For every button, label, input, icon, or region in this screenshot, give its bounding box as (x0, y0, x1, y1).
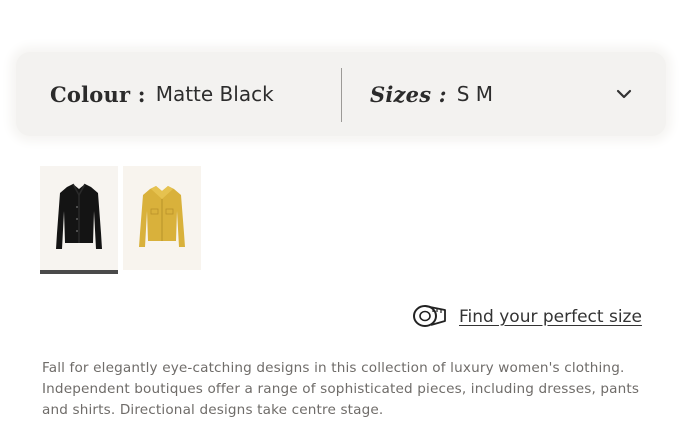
selected-swatch-indicator (40, 270, 118, 274)
colour-value: Matte Black (155, 82, 274, 106)
sizes-label: Sizes : (370, 81, 447, 107)
selector-divider (341, 68, 342, 122)
size-guide-link[interactable]: Find your perfect size (411, 300, 642, 334)
colour-label: Colour : (50, 81, 146, 107)
size-guide-label[interactable]: Find your perfect size (459, 307, 642, 327)
black-jacket-image (56, 183, 102, 249)
variant-selector-bar: Colour : Matte Black Sizes : S M (16, 46, 666, 142)
chevron-down-icon[interactable] (614, 84, 634, 104)
sizes-selector[interactable]: Sizes : S M (370, 52, 493, 136)
swatch-black-jacket[interactable] (40, 166, 118, 270)
sizes-value: S M (456, 82, 494, 106)
yellow-jacket-image (139, 186, 185, 247)
tape-measure-icon (411, 301, 447, 334)
product-description: Fall for elegantly eye-catching designs … (42, 360, 640, 418)
colour-selector[interactable]: Colour : Matte Black (50, 52, 274, 136)
swatch-yellow-jacket[interactable] (123, 166, 201, 270)
